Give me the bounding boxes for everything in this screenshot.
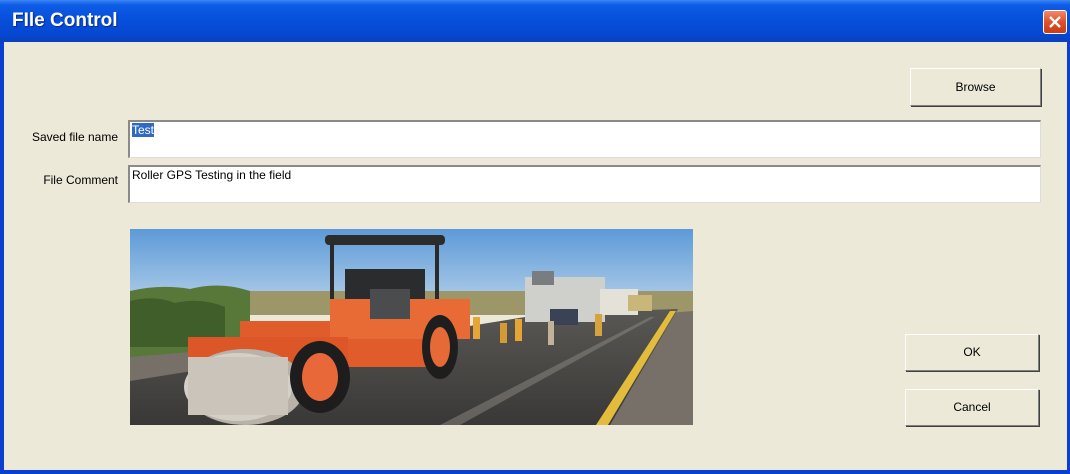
roller-photo — [130, 229, 693, 425]
file-comment-value: Roller GPS Testing in the field — [132, 168, 292, 182]
dialog-body: Browse Saved file name Test File Comment… — [4, 42, 1067, 470]
browse-button[interactable]: Browse — [910, 68, 1041, 106]
file-comment-label: File Comment — [43, 173, 118, 187]
ok-button[interactable]: OK — [905, 334, 1039, 371]
saved-file-name-input[interactable]: Test — [128, 120, 1041, 158]
cancel-button[interactable]: Cancel — [905, 389, 1039, 426]
title-bar[interactable]: FIle Control — [0, 0, 1070, 42]
close-button[interactable] — [1043, 10, 1067, 34]
window-title: FIle Control — [12, 10, 118, 31]
browse-button-label: Browse — [955, 80, 996, 94]
file-control-window: FIle Control Browse Saved file name Test… — [0, 0, 1070, 474]
file-comment-input[interactable]: Roller GPS Testing in the field — [128, 165, 1041, 203]
cancel-button-label: Cancel — [953, 400, 991, 414]
ok-button-label: OK — [963, 345, 981, 359]
saved-file-name-value: Test — [132, 123, 155, 137]
close-icon — [1049, 16, 1061, 28]
saved-file-name-label: Saved file name — [31, 130, 118, 144]
